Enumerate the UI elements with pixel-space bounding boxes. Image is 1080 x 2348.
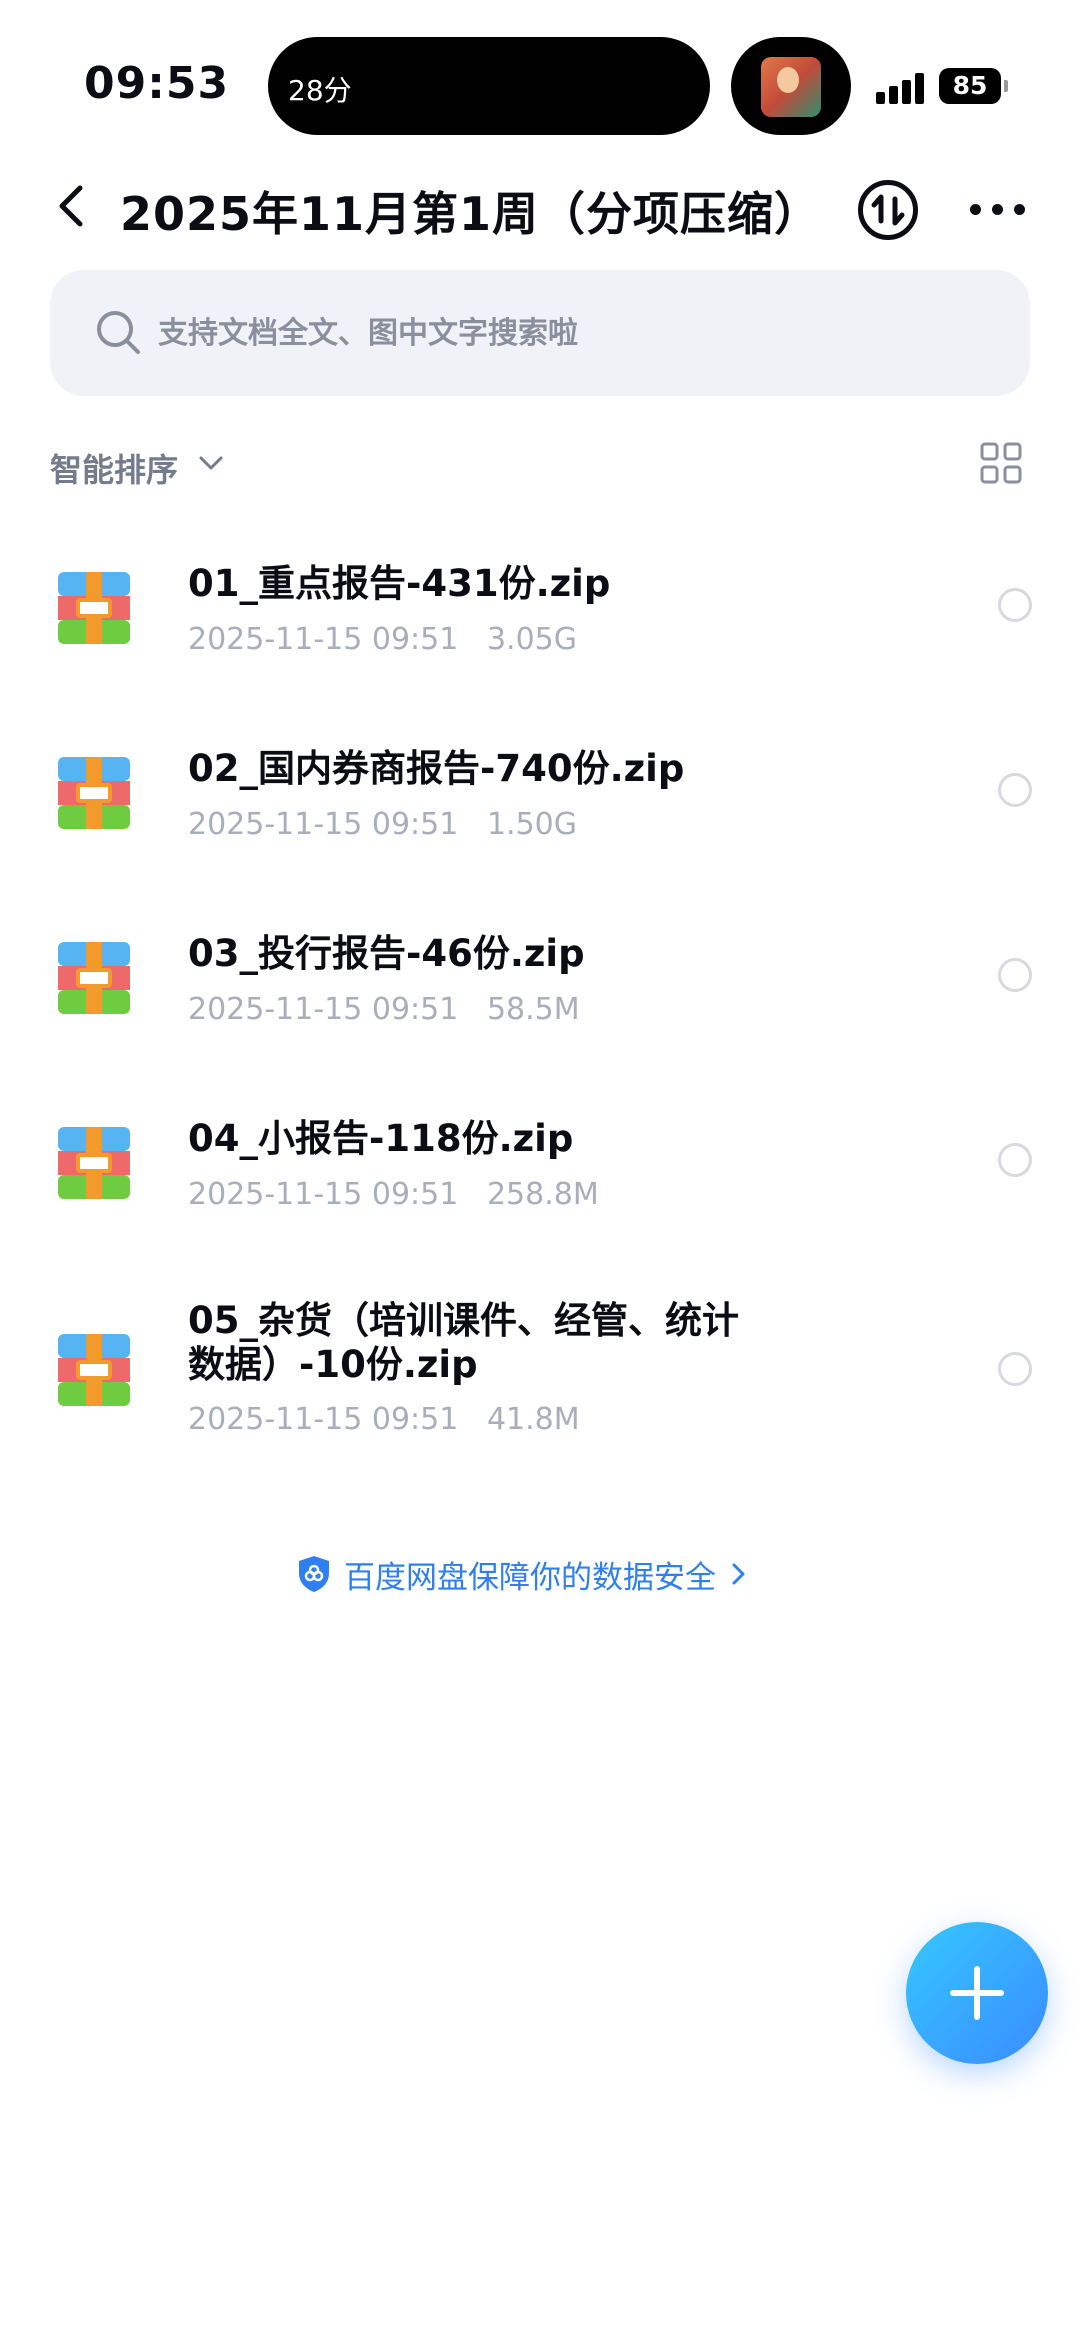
file-date: 2025-11-15 09:51 [188,807,459,842]
file-row[interactable]: 02_国内券商报告-740份.zip 2025-11-15 09:51 1.50… [0,715,1080,865]
transfer-icon[interactable] [858,180,918,240]
file-name: 02_国内券商报告-740份.zip [188,747,685,790]
file-date: 2025-11-15 09:51 [188,1177,459,1212]
zip-archive-icon [58,572,130,644]
file-meta: 2025-11-15 09:51 58.5M [188,992,580,1027]
search-icon [94,308,144,358]
file-date: 2025-11-15 09:51 [188,622,459,657]
search-input[interactable] [158,300,978,366]
shield-icon [296,1554,332,1594]
sort-dropdown[interactable]: 智能排序 [50,445,178,491]
dynamic-island[interactable]: 28分 [268,37,710,135]
grid-view-icon[interactable] [980,442,1022,484]
file-folder-screen: 09:53 28分 85 2025年11月第1周（分项压缩） 支持文档全文、图中… [0,0,1080,2348]
file-size: 1.50G [486,807,577,842]
chevron-left-icon[interactable] [52,178,92,234]
select-radio[interactable] [998,773,1032,807]
file-name: 05_杂货（培训课件、经管、统计数据）-10份.zip [188,1299,739,1386]
file-date: 2025-11-15 09:51 [188,992,459,1027]
chevron-right-icon [726,1560,750,1588]
battery-icon: 85 [939,68,1001,104]
search-bar[interactable] [50,270,1030,396]
file-size: 3.05G [486,622,577,657]
file-meta: 2025-11-15 09:51 3.05G [188,622,577,657]
battery-cap [1004,80,1008,92]
zip-archive-icon [58,757,130,829]
island-timer-text: 28分 [288,74,352,107]
file-size: 258.8M [486,1177,599,1212]
file-meta: 2025-11-15 09:51 41.8M [188,1402,580,1437]
file-row[interactable]: 04_小报告-118份.zip 2025-11-15 09:51 258.8M [0,1085,1080,1235]
zip-archive-icon [58,1334,130,1406]
select-radio[interactable] [998,1143,1032,1177]
more-icon[interactable] [970,198,1026,222]
plus-icon [950,1966,1004,2020]
file-size: 41.8M [486,1402,580,1437]
cellular-signal-icon [876,72,924,104]
add-button[interactable] [906,1922,1048,2064]
chevron-down-icon[interactable] [196,448,226,478]
select-radio[interactable] [998,958,1032,992]
select-radio[interactable] [998,1352,1032,1386]
page-title: 2025年11月第1周（分项压缩） [120,187,822,241]
file-name: 01_重点报告-431份.zip [188,562,611,605]
status-time: 09:53 [84,58,230,109]
file-size: 58.5M [486,992,580,1027]
file-row[interactable]: 03_投行报告-46份.zip 2025-11-15 09:51 58.5M [0,900,1080,1050]
data-safety-link[interactable]: 百度网盘保障你的数据安全 [296,1552,750,1596]
dynamic-island-media[interactable] [731,37,851,135]
file-name: 04_小报告-118份.zip [188,1117,574,1160]
file-meta: 2025-11-15 09:51 258.8M [188,1177,599,1212]
file-row[interactable]: 01_重点报告-431份.zip 2025-11-15 09:51 3.05G [0,530,1080,680]
zip-archive-icon [58,1127,130,1199]
safety-text: 百度网盘保障你的数据安全 [344,1559,716,1596]
file-row[interactable]: 05_杂货（培训课件、经管、统计数据）-10份.zip 2025-11-15 0… [0,1270,1080,1470]
album-art-icon [761,57,821,117]
zip-archive-icon [58,942,130,1014]
file-meta: 2025-11-15 09:51 1.50G [188,807,577,842]
select-radio[interactable] [998,588,1032,622]
file-date: 2025-11-15 09:51 [188,1402,459,1437]
file-name: 03_投行报告-46份.zip [188,932,585,975]
